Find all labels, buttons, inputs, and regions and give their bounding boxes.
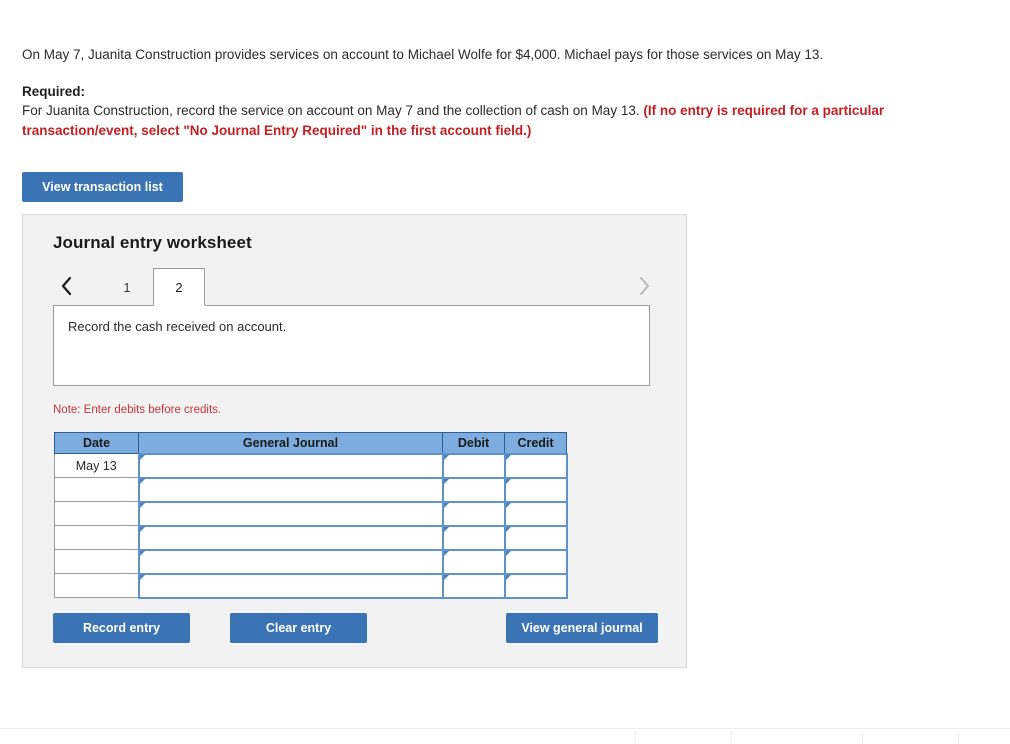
journal-credit-input[interactable] bbox=[503, 476, 568, 503]
cell-corner-marker-icon bbox=[139, 526, 145, 537]
table-row bbox=[54, 572, 568, 599]
record-entry-button[interactable]: Record entry bbox=[53, 613, 190, 643]
column-header-date: Date bbox=[54, 432, 139, 454]
journal-debit-input[interactable] bbox=[441, 572, 506, 599]
cell-corner-marker-icon bbox=[443, 574, 449, 585]
worksheet-description-text: Record the cash received on account. bbox=[68, 319, 287, 334]
chevron-left-icon[interactable] bbox=[53, 270, 79, 302]
journal-table-body: May 13 bbox=[54, 452, 568, 599]
cell-corner-marker-icon bbox=[443, 502, 449, 513]
required-block: Required: For Juanita Construction, reco… bbox=[22, 83, 982, 141]
journal-debit-input[interactable] bbox=[441, 548, 506, 575]
journal-date-cell[interactable] bbox=[54, 549, 139, 574]
journal-debit-input[interactable] bbox=[441, 452, 506, 479]
page-bottom-partial-table bbox=[0, 729, 1010, 744]
worksheet-tabstrip: 1 2 bbox=[53, 268, 658, 306]
journal-table-header-row: Date General Journal Debit Credit bbox=[54, 432, 567, 454]
journal-credit-input[interactable] bbox=[503, 452, 568, 479]
cell-corner-marker-icon bbox=[139, 454, 145, 465]
cell-corner-marker-icon bbox=[139, 574, 145, 585]
journal-account-input[interactable] bbox=[137, 572, 444, 599]
cell-corner-marker-icon bbox=[139, 478, 145, 489]
cell-corner-marker-icon bbox=[505, 574, 511, 585]
journal-account-input[interactable] bbox=[137, 500, 444, 527]
journal-date-cell[interactable] bbox=[54, 501, 139, 526]
cell-corner-marker-icon bbox=[505, 550, 511, 561]
table-row: May 13 bbox=[54, 452, 568, 479]
cell-corner-marker-icon bbox=[139, 550, 145, 561]
journal-credit-input[interactable] bbox=[503, 524, 568, 551]
cell-corner-marker-icon bbox=[139, 502, 145, 513]
cell-corner-marker-icon bbox=[505, 478, 511, 489]
cell-corner-marker-icon bbox=[443, 454, 449, 465]
journal-credit-input[interactable] bbox=[503, 500, 568, 527]
page-root: On May 7, Juanita Construction provides … bbox=[0, 0, 1010, 744]
cell-corner-marker-icon bbox=[443, 526, 449, 537]
journal-table-header: Date General Journal Debit Credit bbox=[54, 432, 567, 454]
cell-corner-marker-icon bbox=[505, 502, 511, 513]
cell-corner-marker-icon bbox=[443, 478, 449, 489]
journal-date-cell[interactable] bbox=[54, 573, 139, 598]
journal-debit-input[interactable] bbox=[441, 476, 506, 503]
column-header-debit: Debit bbox=[442, 432, 505, 454]
worksheet-title: Journal entry worksheet bbox=[53, 233, 252, 252]
journal-date-cell[interactable] bbox=[54, 525, 139, 550]
journal-account-input[interactable] bbox=[137, 476, 444, 503]
journal-entry-worksheet-panel: Journal entry worksheet 1 2 Record the c… bbox=[22, 214, 687, 668]
journal-account-input[interactable] bbox=[137, 452, 444, 479]
table-row bbox=[54, 548, 568, 575]
table-row bbox=[54, 476, 568, 503]
required-label: Required: bbox=[22, 84, 86, 99]
table-row bbox=[54, 524, 568, 551]
worksheet-tab-1[interactable]: 1 bbox=[101, 268, 153, 306]
view-transaction-list-button[interactable]: View transaction list bbox=[22, 172, 183, 202]
cell-corner-marker-icon bbox=[505, 454, 511, 465]
journal-debit-input[interactable] bbox=[441, 524, 506, 551]
journal-date-cell[interactable]: May 13 bbox=[54, 453, 139, 478]
scenario-text: On May 7, Juanita Construction provides … bbox=[22, 47, 824, 62]
journal-date-cell[interactable] bbox=[54, 477, 139, 502]
chevron-right-icon[interactable] bbox=[631, 270, 657, 302]
journal-credit-input[interactable] bbox=[503, 548, 568, 575]
debits-before-credits-note: Note: Enter debits before credits. bbox=[53, 404, 222, 416]
journal-credit-input[interactable] bbox=[503, 572, 568, 599]
clear-entry-button[interactable]: Clear entry bbox=[230, 613, 367, 643]
required-instructions-plain: For Juanita Construction, record the ser… bbox=[22, 103, 644, 118]
column-header-general-journal: General Journal bbox=[138, 432, 443, 454]
required-instructions: For Juanita Construction, record the ser… bbox=[22, 101, 967, 141]
problem-statement: On May 7, Juanita Construction provides … bbox=[22, 46, 982, 141]
column-header-credit: Credit bbox=[504, 432, 567, 454]
journal-debit-input[interactable] bbox=[441, 500, 506, 527]
journal-account-input[interactable] bbox=[137, 548, 444, 575]
worksheet-description-box: Record the cash received on account. bbox=[53, 305, 650, 386]
table-row bbox=[54, 500, 568, 527]
cell-corner-marker-icon bbox=[505, 526, 511, 537]
worksheet-tab-2[interactable]: 2 bbox=[153, 268, 205, 306]
cell-corner-marker-icon bbox=[443, 550, 449, 561]
journal-entry-table: Date General Journal Debit Credit May 13 bbox=[54, 432, 568, 599]
journal-account-input[interactable] bbox=[137, 524, 444, 551]
view-general-journal-button[interactable]: View general journal bbox=[506, 613, 658, 643]
